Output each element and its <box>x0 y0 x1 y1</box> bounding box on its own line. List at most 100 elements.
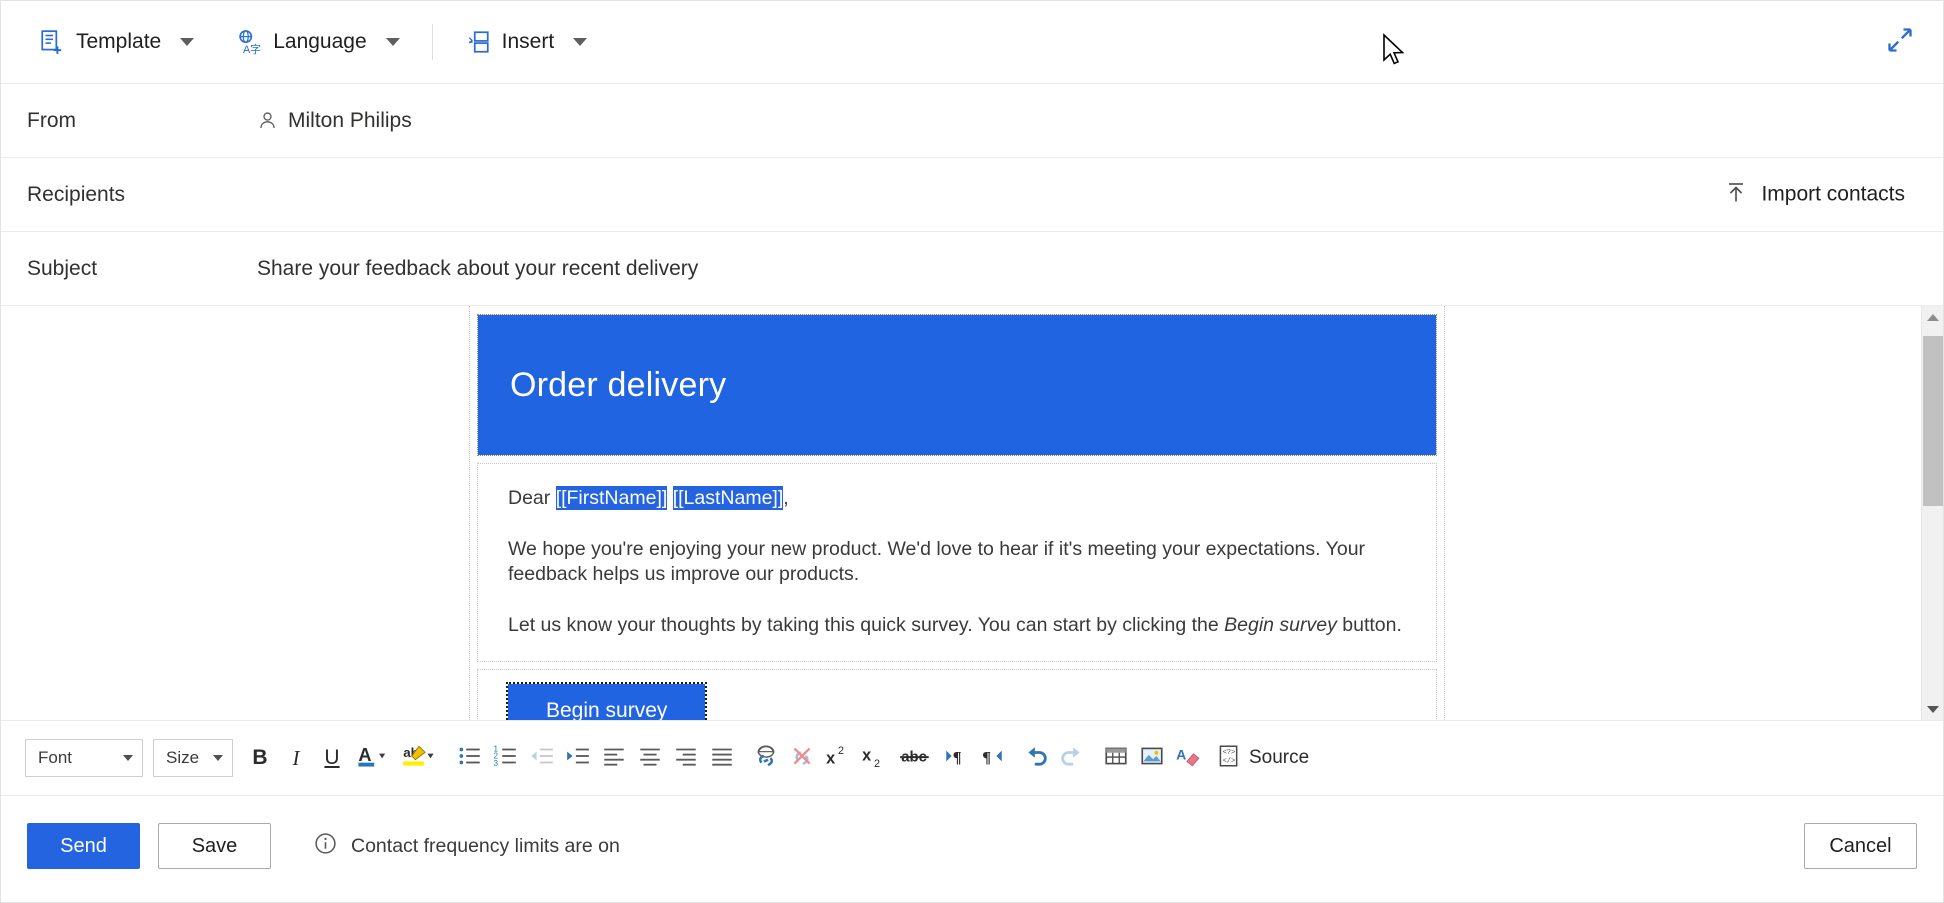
decrease-indent-icon <box>529 743 555 774</box>
greeting-suffix: , <box>783 487 788 509</box>
editor-scrollbar[interactable] <box>1921 306 1943 720</box>
text-color-button[interactable]: A <box>351 741 395 775</box>
bulleted-list-button[interactable] <box>453 741 487 775</box>
remove-format-icon: A <box>1175 743 1201 774</box>
save-button[interactable]: Save <box>158 823 271 869</box>
token-firstname[interactable]: [[FirstName]] <box>556 486 668 510</box>
svg-text:¶: ¶ <box>953 748 962 766</box>
numbered-list-icon: 1 2 3 <box>493 743 519 774</box>
token-lastname[interactable]: [[LastName]] <box>673 486 784 510</box>
undo-icon <box>1022 742 1050 775</box>
italic-button[interactable]: I <box>279 741 313 775</box>
bold-button[interactable]: B <box>243 741 277 775</box>
text-direction-rtl-button[interactable]: ¶ <box>975 741 1009 775</box>
align-left-icon <box>601 743 627 774</box>
scroll-down-button[interactable] <box>1922 698 1943 720</box>
insert-image-button[interactable] <box>1135 741 1169 775</box>
action-footer: Send Save Contact frequency limits are o… <box>1 796 1943 896</box>
source-label: Source <box>1249 747 1309 769</box>
superscript-button[interactable]: x 2 <box>821 741 855 775</box>
svg-text:</>: </> <box>1223 757 1236 765</box>
align-left-button[interactable] <box>597 741 631 775</box>
redo-button[interactable] <box>1055 741 1089 775</box>
cancel-button[interactable]: Cancel <box>1804 823 1917 869</box>
justify-button[interactable] <box>705 741 739 775</box>
contact-frequency-text: Contact frequency limits are on <box>351 835 620 858</box>
increase-indent-button[interactable] <box>561 741 595 775</box>
highlight-color-button[interactable]: ab <box>397 741 441 775</box>
email-cta-block: Begin survey <box>478 670 1436 721</box>
insert-table-button[interactable] <box>1099 741 1133 775</box>
unlink-icon <box>789 743 815 774</box>
align-right-icon <box>673 743 699 774</box>
font-family-value: Font <box>38 748 72 768</box>
text-direction-ltr-button[interactable]: ¶ <box>939 741 973 775</box>
underline-button[interactable]: U <box>315 741 349 775</box>
font-size-select[interactable]: Size <box>153 739 233 777</box>
insert-label: Insert <box>502 30 555 54</box>
font-family-select[interactable]: Font <box>25 739 143 777</box>
align-center-icon <box>637 743 663 774</box>
email-paragraph-1: We hope you're enjoying your new product… <box>508 537 1406 588</box>
paragraph2-before: Let us know your thoughts by taking this… <box>508 614 1224 636</box>
unlink-button[interactable] <box>785 741 819 775</box>
decrease-indent-button[interactable] <box>525 741 559 775</box>
link-icon <box>753 743 779 774</box>
recipients-input[interactable] <box>257 158 1917 231</box>
scroll-up-button[interactable] <box>1922 306 1943 328</box>
begin-survey-button[interactable]: Begin survey <box>508 684 705 721</box>
recipients-row: Recipients Import contacts <box>1 158 1943 232</box>
info-icon[interactable] <box>313 831 338 861</box>
triangle-up-icon <box>1927 314 1939 321</box>
strikethrough-button[interactable]: abc <box>893 741 937 775</box>
font-size-value: Size <box>166 748 199 768</box>
italic-icon: I <box>279 741 313 775</box>
redo-icon <box>1058 742 1086 775</box>
chevron-down-icon <box>123 755 133 761</box>
highlight-color-icon: ab <box>402 741 436 776</box>
email-body-block[interactable]: Dear [[FirstName]] [[LastName]], We hope… <box>478 464 1436 661</box>
language-icon: A 字 <box>236 29 262 55</box>
email-paragraph-2: Let us know your thoughts by taking this… <box>508 613 1406 639</box>
format-toolbar: Font Size B I U A <box>1 721 1943 796</box>
template-menu-button[interactable]: Template <box>27 22 206 62</box>
expand-editor-button[interactable] <box>1883 25 1917 59</box>
triangle-down-icon <box>1927 706 1939 713</box>
language-label: Language <box>273 30 366 54</box>
subject-label: Subject <box>27 257 257 281</box>
language-menu-button[interactable]: A 字 Language <box>224 22 411 62</box>
from-name: Milton Philips <box>288 109 412 133</box>
scrollbar-thumb[interactable] <box>1923 336 1943 506</box>
chevron-down-icon <box>213 755 223 761</box>
svg-text:<?>: <?> <box>1223 748 1236 756</box>
greeting-prefix: Dear <box>508 487 556 509</box>
person-icon <box>257 110 278 131</box>
from-label: From <box>27 109 257 133</box>
numbered-list-button[interactable]: 1 2 3 <box>489 741 523 775</box>
text-direction-ltr-icon: ¶ <box>943 743 969 774</box>
insert-menu-button[interactable]: Insert <box>453 22 600 62</box>
import-contacts-button[interactable]: Import contacts <box>1712 173 1917 216</box>
insert-link-button[interactable] <box>749 741 783 775</box>
email-composer-window: Template A 字 Language <box>0 0 1944 903</box>
align-right-button[interactable] <box>669 741 703 775</box>
subscript-button[interactable]: x 2 <box>857 741 891 775</box>
svg-text:字: 字 <box>250 42 261 55</box>
source-button[interactable]: <?> </> Source <box>1207 739 1317 778</box>
send-button[interactable]: Send <box>27 823 140 869</box>
text-color-icon: A <box>356 741 390 776</box>
svg-text:A: A <box>358 744 371 764</box>
command-bar: Template A 字 Language <box>1 1 1943 84</box>
email-greeting: Dear [[FirstName]] [[LastName]], <box>508 486 1406 512</box>
source-icon: <?> </> <box>1215 743 1241 774</box>
align-center-button[interactable] <box>633 741 667 775</box>
undo-button[interactable] <box>1019 741 1053 775</box>
upload-icon <box>1724 180 1748 209</box>
subject-input[interactable]: Share your feedback about your recent de… <box>257 257 698 281</box>
remove-format-button[interactable]: A <box>1171 741 1205 775</box>
toolbar-divider <box>432 24 433 60</box>
svg-text:3: 3 <box>494 758 499 767</box>
email-banner[interactable]: Order delivery <box>478 315 1436 455</box>
from-value[interactable]: Milton Philips <box>257 109 412 133</box>
chevron-down-icon <box>386 38 400 46</box>
